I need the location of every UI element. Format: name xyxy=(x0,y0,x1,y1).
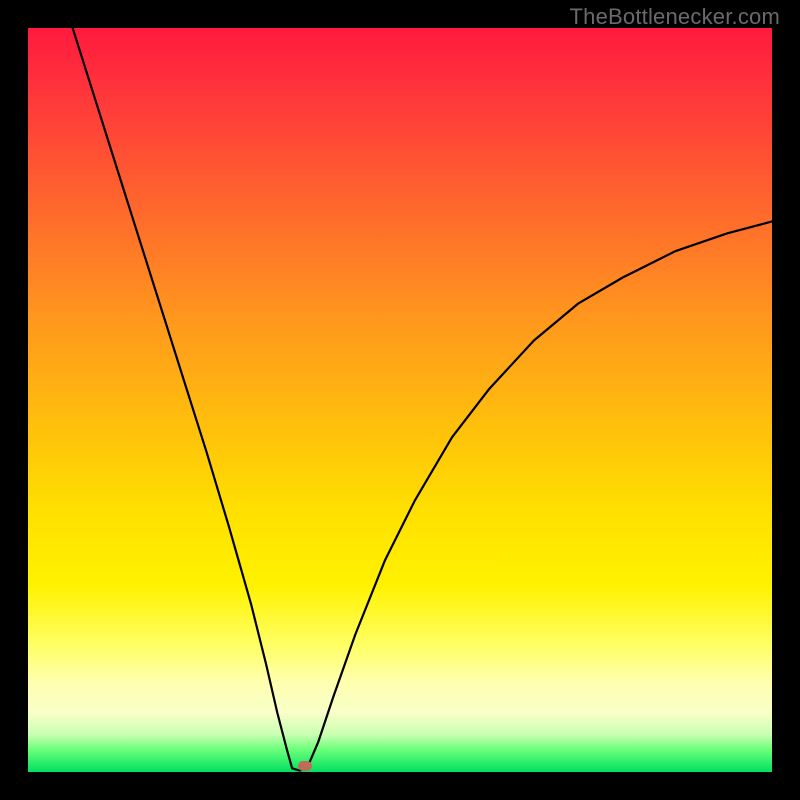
frame: TheBottlenecker.com xyxy=(0,0,800,800)
watermark-text: TheBottlenecker.com xyxy=(570,4,780,30)
plot-gradient-background xyxy=(28,28,772,772)
optimum-marker xyxy=(298,761,312,771)
